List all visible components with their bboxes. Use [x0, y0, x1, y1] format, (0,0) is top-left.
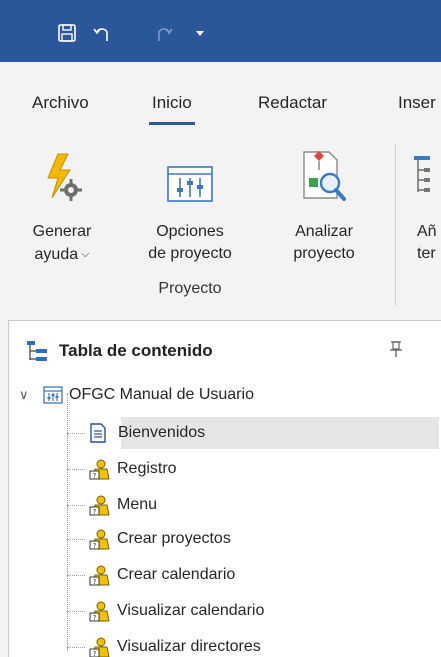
svg-text:?: ?: [93, 542, 97, 550]
tree-connector: [67, 393, 68, 651]
svg-text:?: ?: [93, 650, 97, 657]
tree-connector: [67, 433, 85, 434]
redo-button[interactable]: [152, 22, 176, 44]
tab-inicio[interactable]: Inicio: [149, 93, 195, 125]
document-magnifier-icon: [303, 151, 346, 201]
toc-item-menu[interactable]: ? Menu: [89, 489, 157, 521]
person-help-icon: ?: [89, 637, 110, 657]
toc-item-label: Registro: [117, 460, 177, 477]
generate-help-button[interactable]: Generar ayuda ⌵: [14, 140, 110, 266]
customize-toolbar-dropdown[interactable]: [192, 22, 208, 44]
caret-down-icon: [196, 31, 204, 36]
person-help-icon: ?: [89, 529, 110, 550]
document-icon: [90, 423, 106, 443]
generate-help-label-1: Generar: [32, 223, 92, 240]
toc-pane-header: Tabla de contenido: [9, 321, 441, 377]
toc-item-crear-proyectos[interactable]: ? Crear proyectos: [89, 523, 231, 555]
undo-button[interactable]: [90, 22, 114, 44]
tree-connector: [67, 647, 85, 648]
tab-archivo[interactable]: Archivo: [32, 93, 89, 113]
project-options-label-1: Opciones: [156, 223, 224, 240]
generate-help-label-2: ayuda: [34, 246, 79, 263]
tree-root-label: OFGC Manual de Usuario: [69, 386, 254, 403]
tab-redactar[interactable]: Redactar: [258, 93, 327, 113]
toc-item-label: Menu: [117, 496, 158, 513]
ribbon: Generar ayuda ⌵ Opciones de proyecto Ana…: [0, 130, 441, 312]
tree-root-node[interactable]: ∨ OFGC Manual de Usuario: [19, 379, 439, 411]
project-sliders-icon: [43, 386, 63, 404]
save-icon: [58, 24, 76, 42]
analyze-project-button[interactable]: Analizar proyecto: [272, 140, 376, 265]
analyze-project-label-2: proyecto: [293, 245, 355, 262]
lightning-gear-icon: [47, 153, 82, 201]
toc-item-label: Visualizar calendario: [117, 602, 265, 619]
person-help-icon: ?: [89, 565, 110, 586]
tree-connector: [67, 505, 85, 506]
quick-access-toolbar: [0, 0, 441, 62]
add-topic-label-2: ter: [417, 245, 436, 262]
toc-pane: Tabla de contenido ∨ OFGC Manual de Usua…: [8, 320, 441, 657]
sliders-icon: [167, 166, 213, 202]
tab-insertar[interactable]: Inser: [398, 93, 436, 113]
svg-text:?: ?: [93, 472, 97, 480]
tree-connector: [67, 469, 85, 470]
save-button[interactable]: [55, 22, 79, 44]
toc-item-label: Crear proyectos: [117, 530, 231, 547]
tree-connector: [67, 575, 85, 576]
toc-title: Tabla de contenido: [59, 341, 213, 360]
toc-item-label: Crear calendario: [117, 566, 236, 583]
toc-item-label: Bienvenidos: [118, 424, 206, 441]
svg-text:?: ?: [93, 578, 97, 586]
add-topic-button[interactable]: Añ ter: [410, 140, 441, 265]
analyze-project-label-1: Analizar: [295, 223, 353, 240]
svg-text:?: ?: [93, 508, 97, 516]
toc-item-bienvenidos-content[interactable]: Bienvenidos: [89, 417, 205, 449]
tree-connector: [67, 539, 85, 540]
svg-text:?: ?: [93, 614, 97, 622]
tree-connector: [67, 611, 85, 612]
generate-help-label-row: ayuda ⌵: [14, 243, 110, 266]
undo-icon: [93, 28, 108, 41]
ribbon-group-label: Proyecto: [158, 280, 222, 297]
toc-item-label: Visualizar directores: [117, 638, 261, 655]
chevron-down-icon: ⌵: [81, 248, 90, 260]
person-help-icon: ?: [89, 495, 110, 516]
ribbon-group-separator: [395, 144, 396, 306]
person-help-icon: ?: [89, 459, 110, 480]
project-options-label-2: de proyecto: [148, 245, 232, 262]
project-options-button[interactable]: Opciones de proyecto: [126, 140, 254, 265]
person-help-icon: ?: [89, 601, 110, 622]
tree-structure-icon: [414, 156, 430, 192]
chevron-down-icon[interactable]: ∨: [19, 387, 37, 403]
ribbon-tabs: Archivo Inicio Redactar Inser: [0, 62, 441, 130]
add-topic-label-1: Añ: [417, 223, 437, 240]
toc-item-visualizar-calendario[interactable]: ? Visualizar calendario: [89, 595, 264, 627]
toc-item-crear-calendario[interactable]: ? Crear calendario: [89, 559, 235, 591]
redo-icon: [158, 28, 173, 41]
toc-item-visualizar-directores[interactable]: ? Visualizar directores: [89, 631, 261, 657]
toc-icon: [27, 341, 47, 361]
toc-item-registro[interactable]: ? Registro: [89, 453, 177, 485]
pin-icon[interactable]: [389, 340, 403, 358]
